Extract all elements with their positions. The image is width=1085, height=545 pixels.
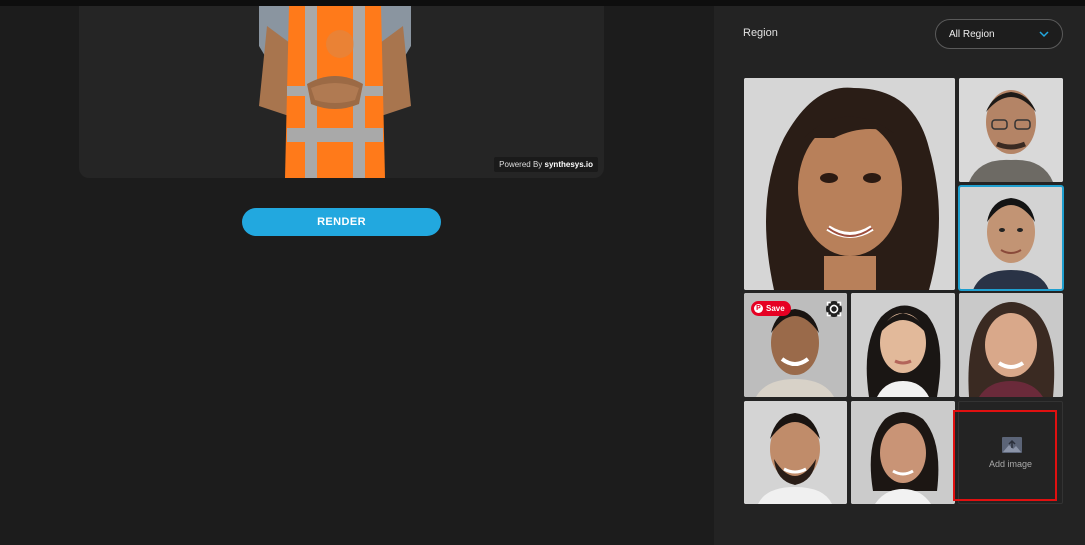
avatar-woman-curly-hair[interactable] (744, 78, 955, 290)
avatar-woman-asian[interactable] (851, 293, 955, 397)
avatar-woman-brown-hair-image (959, 293, 1063, 397)
avatar-man-short-hair-image (959, 186, 1063, 290)
highlight-box (953, 410, 1057, 501)
pinterest-save-button[interactable]: P Save (751, 301, 791, 316)
avatar-man-short-hair[interactable] (958, 185, 1064, 291)
avatar-woman-ponytail[interactable] (851, 401, 955, 504)
avatar-man-beard[interactable] (744, 401, 847, 504)
visual-search-icon[interactable] (826, 301, 842, 317)
watermark-prefix: Powered By (499, 160, 543, 169)
avatar-man-glasses-image (959, 78, 1063, 182)
save-label: Save (766, 304, 785, 313)
avatar-woman-ponytail-image (851, 401, 955, 504)
avatar-woman-asian-image (851, 293, 955, 397)
avatar-woman-curly-hair-image (744, 78, 955, 290)
region-select-value: All Region (949, 28, 995, 40)
chevron-down-icon (1039, 31, 1049, 38)
avatar-woman-brown-hair[interactable] (959, 293, 1063, 397)
preview-panel: Powered By synthesys.io RENDER (0, 6, 714, 545)
powered-by-watermark: Powered By synthesys.io (494, 157, 598, 172)
avatar-man-glasses[interactable] (959, 78, 1063, 182)
avatar-man-smiling[interactable]: P Save (744, 293, 847, 397)
pinterest-icon: P (754, 304, 763, 313)
avatar-man-beard-image (744, 401, 847, 504)
region-label: Region (743, 27, 778, 39)
presenter-image (249, 6, 421, 178)
watermark-brand: synthesys.io (544, 160, 593, 169)
region-select[interactable]: All Region (935, 19, 1063, 49)
render-button[interactable]: RENDER (242, 208, 441, 236)
video-preview[interactable]: Powered By synthesys.io (79, 6, 604, 178)
